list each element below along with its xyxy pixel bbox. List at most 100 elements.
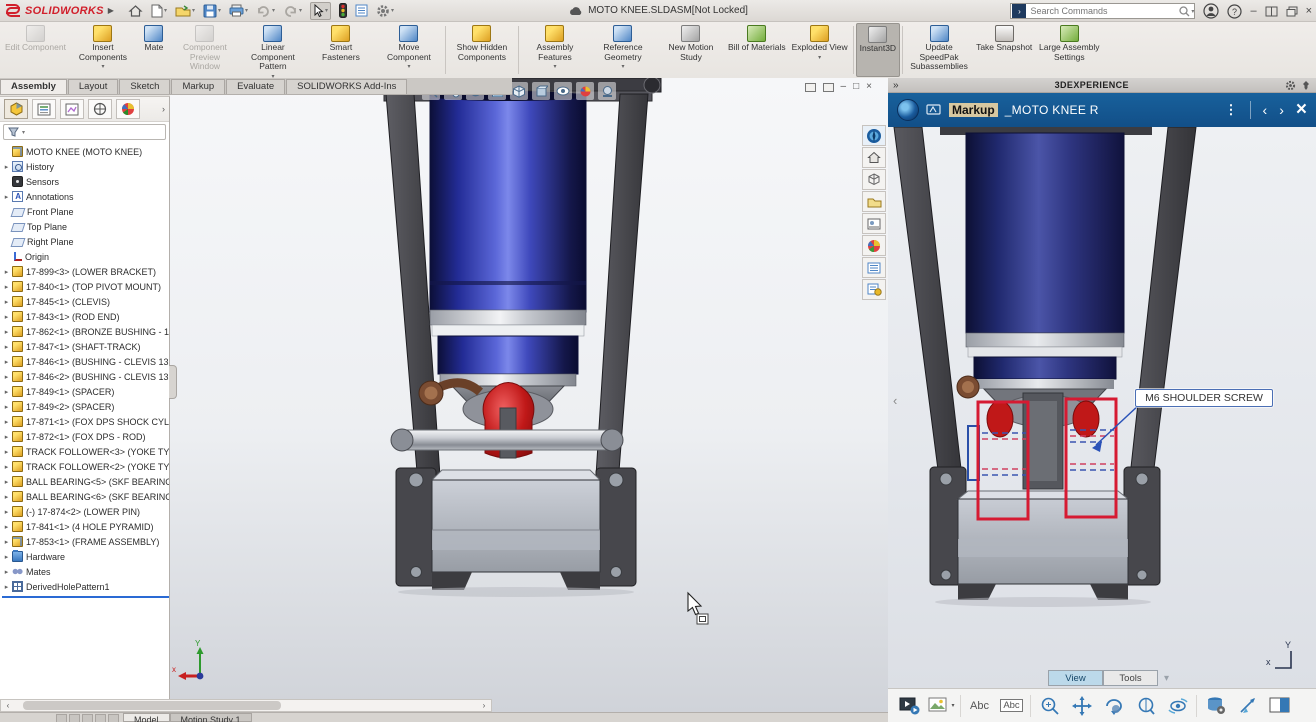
rotate-icon[interactable] bbox=[1100, 693, 1127, 719]
tree-item-component[interactable]: ▸BALL BEARING<5> (SKF BEARING #6 bbox=[2, 474, 169, 489]
tree-item-history[interactable]: ▸History bbox=[2, 159, 169, 174]
tree-item-component[interactable]: ▸17-899<3> (LOWER BRACKET) bbox=[2, 264, 169, 279]
tree-item-component[interactable]: ▸(-) 17-874<2> (LOWER PIN) bbox=[2, 504, 169, 519]
text-tool[interactable]: Abc bbox=[966, 693, 993, 719]
large-assembly-settings-button[interactable]: Large Assembly Settings bbox=[1035, 23, 1103, 77]
tree-item-subassembly[interactable]: ▸17-853<1> (FRAME ASSEMBLY) bbox=[2, 534, 169, 549]
move-component-button[interactable]: Move Component▾ bbox=[375, 23, 443, 77]
annotation-note[interactable]: M6 SHOULDER SCREW bbox=[1135, 389, 1273, 407]
tree-item-component[interactable]: ▸17-840<1> (TOP PIVOT MOUNT) bbox=[2, 279, 169, 294]
tab-evaluate[interactable]: Evaluate bbox=[226, 79, 285, 94]
apply-scene-icon[interactable] bbox=[598, 82, 616, 100]
appearances-wheel-icon[interactable] bbox=[862, 235, 886, 256]
dropdown-caret-icon[interactable]: ▾ bbox=[951, 702, 954, 709]
tab-solidworks-add-ins[interactable]: SOLIDWORKS Add-Ins bbox=[286, 79, 407, 94]
undo-icon[interactable]: ▾ bbox=[256, 5, 275, 17]
dropdown-caret-icon[interactable]: ▾ bbox=[818, 54, 821, 61]
tab-markup[interactable]: Markup bbox=[171, 79, 225, 94]
restore-window-icon[interactable] bbox=[1286, 6, 1298, 17]
zoom-area-icon[interactable] bbox=[1132, 693, 1159, 719]
tree-item-component[interactable]: ▸17-841<1> (4 HOLE PYRAMID) bbox=[2, 519, 169, 534]
search-input[interactable] bbox=[1030, 6, 1178, 16]
tree-item-component[interactable]: ▸17-846<1> (BUSHING - CLEVIS 13 ID bbox=[2, 354, 169, 369]
featuremanager-tree-tab-icon[interactable] bbox=[4, 99, 28, 119]
tree-item-component[interactable]: ▸BALL BEARING<6> (SKF BEARING #6 bbox=[2, 489, 169, 504]
3dexperience-compass-icon[interactable] bbox=[862, 125, 886, 146]
exploded-view-button[interactable]: Exploded View▾ bbox=[789, 23, 851, 77]
configurationmanager-tab-icon[interactable] bbox=[60, 99, 84, 119]
scroll-right-icon[interactable]: › bbox=[477, 701, 491, 710]
viewport-collapse-chevron-icon[interactable]: ‹ bbox=[893, 393, 897, 408]
filter-caret-icon[interactable]: ▾ bbox=[22, 129, 25, 136]
tree-item-component[interactable]: ▸17-862<1> (BRONZE BUSHING - 10 I bbox=[2, 324, 169, 339]
kebab-menu-icon[interactable]: ⋮ bbox=[1225, 102, 1238, 118]
reference-geometry-button[interactable]: Reference Geometry▾ bbox=[589, 23, 657, 77]
view-tab[interactable]: View bbox=[1048, 670, 1103, 686]
help-icon[interactable]: ? bbox=[1227, 4, 1242, 19]
tree-item-component[interactable]: ▸17-846<2> (BUSHING - CLEVIS 13 ID bbox=[2, 369, 169, 384]
home-icon[interactable] bbox=[128, 4, 143, 18]
tree-item-top-plane[interactable]: ▸Top Plane bbox=[2, 219, 169, 234]
tree-item-component[interactable]: ▸17-843<1> (ROD END) bbox=[2, 309, 169, 324]
options-gear-icon[interactable]: ▾ bbox=[376, 4, 394, 18]
dropdown-caret-icon[interactable]: ▾ bbox=[271, 73, 274, 80]
tab-motion-study[interactable]: Motion Study 1 bbox=[170, 713, 252, 722]
file-explorer-icon[interactable] bbox=[862, 191, 886, 212]
align-measure-icon[interactable] bbox=[1234, 693, 1261, 719]
new-document-icon[interactable]: ▾ bbox=[151, 4, 167, 18]
pan-icon[interactable] bbox=[1068, 693, 1095, 719]
close-window-icon[interactable]: × bbox=[1306, 0, 1312, 22]
select-tool-icon[interactable]: ▾ bbox=[310, 2, 331, 20]
view-orientation-icon[interactable] bbox=[510, 82, 528, 100]
dimxpertmanager-tab-icon[interactable] bbox=[88, 99, 112, 119]
graphics-area[interactable]: Y x – □ × bbox=[170, 78, 888, 712]
tree-item-component[interactable]: ▸TRACK FOLLOWER<3> (YOKE TYPE F bbox=[2, 444, 169, 459]
display-style-icon[interactable] bbox=[532, 82, 550, 100]
solidworks-resources-icon[interactable] bbox=[862, 279, 886, 300]
horizontal-scrollbar[interactable]: ‹ › bbox=[0, 699, 492, 712]
show-hidden-components-button[interactable]: Show Hidden Components bbox=[448, 23, 516, 77]
tile-right-icon[interactable] bbox=[823, 83, 834, 92]
dropdown-caret-icon[interactable]: ▾ bbox=[621, 63, 624, 70]
previous-markup-icon[interactable]: ‹ bbox=[1263, 102, 1268, 118]
scroll-left-icon[interactable]: ‹ bbox=[1, 701, 15, 710]
tree-item-sensors[interactable]: ▸Sensors bbox=[2, 174, 169, 189]
tree-item-component[interactable]: ▸17-847<1> (SHAFT-TRACK) bbox=[2, 339, 169, 354]
save-3d-data-icon[interactable] bbox=[1202, 693, 1229, 719]
tree-item-component[interactable]: ▸17-872<1> (FOX DPS - ROD) bbox=[2, 429, 169, 444]
section-view-icon[interactable] bbox=[1266, 693, 1293, 719]
panel-splitter-handle[interactable] bbox=[169, 365, 177, 399]
close-markup-icon[interactable]: × bbox=[1296, 101, 1307, 119]
print-icon[interactable]: ▾ bbox=[229, 4, 248, 17]
redo-icon[interactable]: ▾ bbox=[283, 5, 302, 17]
tree-item-component[interactable]: ▸TRACK FOLLOWER<2> (YOKE TYPE F bbox=[2, 459, 169, 474]
tree-root[interactable]: ▸MOTO KNEE (MOTO KNEE) bbox=[2, 144, 169, 159]
search-icon[interactable] bbox=[1178, 5, 1191, 18]
edit-appearance-icon[interactable] bbox=[576, 82, 594, 100]
tree-item-mates[interactable]: ▸Mates bbox=[2, 564, 169, 579]
tree-item-component[interactable]: ▸17-849<2> (SPACER) bbox=[2, 399, 169, 414]
orbit-eye-icon[interactable] bbox=[1164, 693, 1191, 719]
search-dropdown-caret-icon[interactable]: ▾ bbox=[1191, 8, 1194, 15]
scrollbar-thumb[interactable] bbox=[23, 701, 281, 710]
insert-components-button[interactable]: Insert Components▾ bbox=[69, 23, 137, 77]
design-library-icon[interactable] bbox=[862, 169, 886, 190]
rollback-bar[interactable] bbox=[2, 596, 169, 598]
smart-fasteners-button[interactable]: Smart Fasteners bbox=[307, 23, 375, 77]
search-commands-box[interactable]: › ▾ bbox=[1010, 3, 1195, 19]
dropdown-caret-icon[interactable]: ▾ bbox=[101, 63, 104, 70]
tab-model[interactable]: Model bbox=[123, 713, 170, 722]
pane-settings-gear-icon[interactable] bbox=[1285, 80, 1296, 91]
doc-minimize-icon[interactable]: – bbox=[841, 81, 847, 93]
minimize-window-icon[interactable]: – bbox=[1250, 0, 1256, 22]
home-icon[interactable] bbox=[862, 147, 886, 168]
displaymanager-tab-icon[interactable] bbox=[116, 99, 140, 119]
tab-assembly[interactable]: Assembly bbox=[0, 79, 67, 94]
linear-component-pattern-button[interactable]: Linear Component Pattern▾ bbox=[239, 23, 307, 77]
tools-tab[interactable]: Tools bbox=[1103, 670, 1158, 686]
doc-restore-icon[interactable]: □ bbox=[853, 81, 859, 93]
instant3d-button[interactable]: Instant3D bbox=[856, 23, 900, 77]
propertymanager-tab-icon[interactable] bbox=[32, 99, 56, 119]
tab-layout[interactable]: Layout bbox=[68, 79, 119, 94]
zoom-icon[interactable] bbox=[1036, 693, 1063, 719]
